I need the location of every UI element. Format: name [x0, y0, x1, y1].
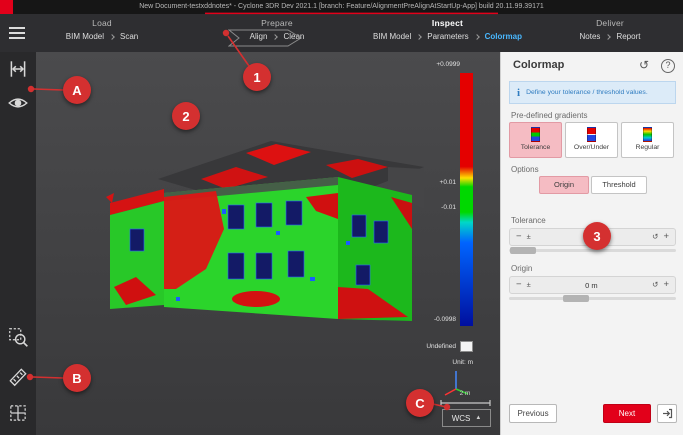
fine-step-icon[interactable]: ± [527, 233, 531, 241]
app-logo [0, 0, 13, 14]
reset-icon[interactable]: ↺ [652, 233, 658, 241]
colormap-upper-label: +0.01 [416, 179, 456, 186]
annotation-badge-a: A [63, 76, 91, 104]
predefined-gradients-label: Pre-defined gradients [511, 111, 588, 120]
help-icon[interactable]: ? [661, 59, 675, 73]
over-under-gradient-icon [587, 127, 596, 142]
colormap-min-label: -0.0998 [412, 316, 456, 323]
gradient-over-under-button[interactable]: Over/Under [565, 122, 618, 158]
fine-step-icon[interactable]: ± [527, 281, 531, 289]
step-notes[interactable]: Notes [580, 32, 601, 41]
export-icon[interactable] [657, 404, 677, 423]
gradient-label: Regular [622, 144, 673, 151]
scale-bar [440, 399, 492, 408]
group-label-prepare: Prepare [212, 18, 342, 28]
plus-button[interactable]: + [663, 280, 669, 290]
tolerance-gradient-icon [531, 127, 540, 142]
origin-slider-handle[interactable] [563, 295, 589, 302]
history-icon[interactable]: ↺ [639, 58, 649, 72]
panel-title: Colormap [513, 59, 564, 71]
measure-icon[interactable] [7, 366, 29, 388]
colormap-scale-bar [460, 73, 473, 326]
step-load-scan[interactable]: Scan [120, 32, 138, 41]
origin-value[interactable]: 0 m [536, 281, 647, 290]
dropdown-up-icon: ▲ [475, 415, 481, 421]
colormap-lower-label: -0.01 [416, 204, 456, 211]
origin-stepper: − ± 0 m ↺ + [509, 276, 676, 294]
align-views-icon[interactable] [7, 58, 29, 80]
chevron-right-icon [474, 34, 480, 40]
regular-gradient-icon [643, 127, 652, 142]
zoom-region-icon[interactable] [7, 326, 29, 348]
annotation-badge-c: C [406, 389, 434, 417]
ribbon-group-deliver: Deliver Notes Report [545, 14, 675, 52]
viewport-toolbar [0, 52, 36, 435]
chevron-right-icon [416, 34, 422, 40]
reset-icon[interactable]: ↺ [652, 281, 658, 289]
group-label-deliver: Deliver [545, 18, 675, 28]
step-load-bim-model[interactable]: BIM Model [66, 32, 104, 41]
wcs-dropdown[interactable]: WCS ▲ [442, 409, 491, 427]
step-inspect-bim-model[interactable]: BIM Model [373, 32, 411, 41]
options-label: Options [511, 165, 539, 174]
gradient-tolerance-button[interactable]: Tolerance [509, 122, 562, 158]
chevron-right-icon [109, 34, 115, 40]
group-label-inspect: Inspect [360, 18, 535, 28]
window-title: New Document-testxddnotes* - Cyclone 3DR… [139, 3, 544, 10]
previous-button[interactable]: Previous [509, 404, 557, 423]
gradient-regular-button[interactable]: Regular [621, 122, 674, 158]
colormap-undefined-label: Undefined [388, 343, 456, 350]
ribbon-group-inspect: Inspect BIM Model Parameters Colormap [360, 14, 535, 52]
menu-icon[interactable] [9, 27, 25, 39]
colormap-unit-label: Unit: m [420, 359, 473, 366]
colormap-max-label: +0.0999 [416, 61, 460, 68]
info-icon: i [517, 87, 520, 99]
ribbon-group-load: Load BIM Model Scan [34, 14, 170, 52]
annotation-badge-2: 2 [172, 102, 200, 130]
clipping-box-icon[interactable] [7, 402, 29, 424]
next-button[interactable]: Next [603, 404, 651, 423]
step-parameters[interactable]: Parameters [427, 32, 468, 41]
mode-origin-button[interactable]: Origin [539, 176, 589, 194]
annotation-badge-b: B [63, 364, 91, 392]
scale-bar-label: 2 m [440, 390, 490, 397]
info-banner: i Define your tolerance / threshold valu… [509, 81, 676, 104]
plus-button[interactable]: + [663, 232, 669, 242]
minus-button[interactable]: − [516, 232, 522, 242]
tolerance-label: Tolerance [511, 216, 546, 225]
annotation-badge-1: 1 [243, 63, 271, 91]
workflow-ribbon: Load BIM Model Scan Prepare Align Clean … [0, 14, 683, 52]
minus-button[interactable]: − [516, 280, 522, 290]
annotation-badge-3: 3 [583, 222, 611, 250]
viewport-3d[interactable]: +0.0999 +0.01 -0.01 -0.0998 Undefined Un… [36, 52, 500, 435]
gradient-label: Over/Under [566, 144, 617, 151]
align-step-highlight [228, 29, 304, 47]
visibility-eye-icon[interactable] [7, 92, 29, 114]
tolerance-slider-handle[interactable] [510, 247, 536, 254]
step-colormap[interactable]: Colormap [485, 32, 522, 41]
gradient-label: Tolerance [510, 144, 561, 151]
house-model-colormap [106, 137, 428, 352]
undefined-color-swatch[interactable] [460, 341, 473, 352]
cyclone-3dr-window: New Document-testxddnotes* - Cyclone 3DR… [0, 0, 683, 435]
step-report[interactable]: Report [616, 32, 640, 41]
chevron-right-icon [606, 34, 612, 40]
group-label-load: Load [34, 18, 170, 28]
origin-slider[interactable] [509, 297, 676, 300]
mode-threshold-button[interactable]: Threshold [591, 176, 647, 194]
info-text: Define your tolerance / threshold values… [526, 89, 648, 96]
title-bar: New Document-testxddnotes* - Cyclone 3DR… [0, 0, 683, 14]
origin-label: Origin [511, 264, 532, 273]
wcs-label: WCS [452, 414, 471, 423]
